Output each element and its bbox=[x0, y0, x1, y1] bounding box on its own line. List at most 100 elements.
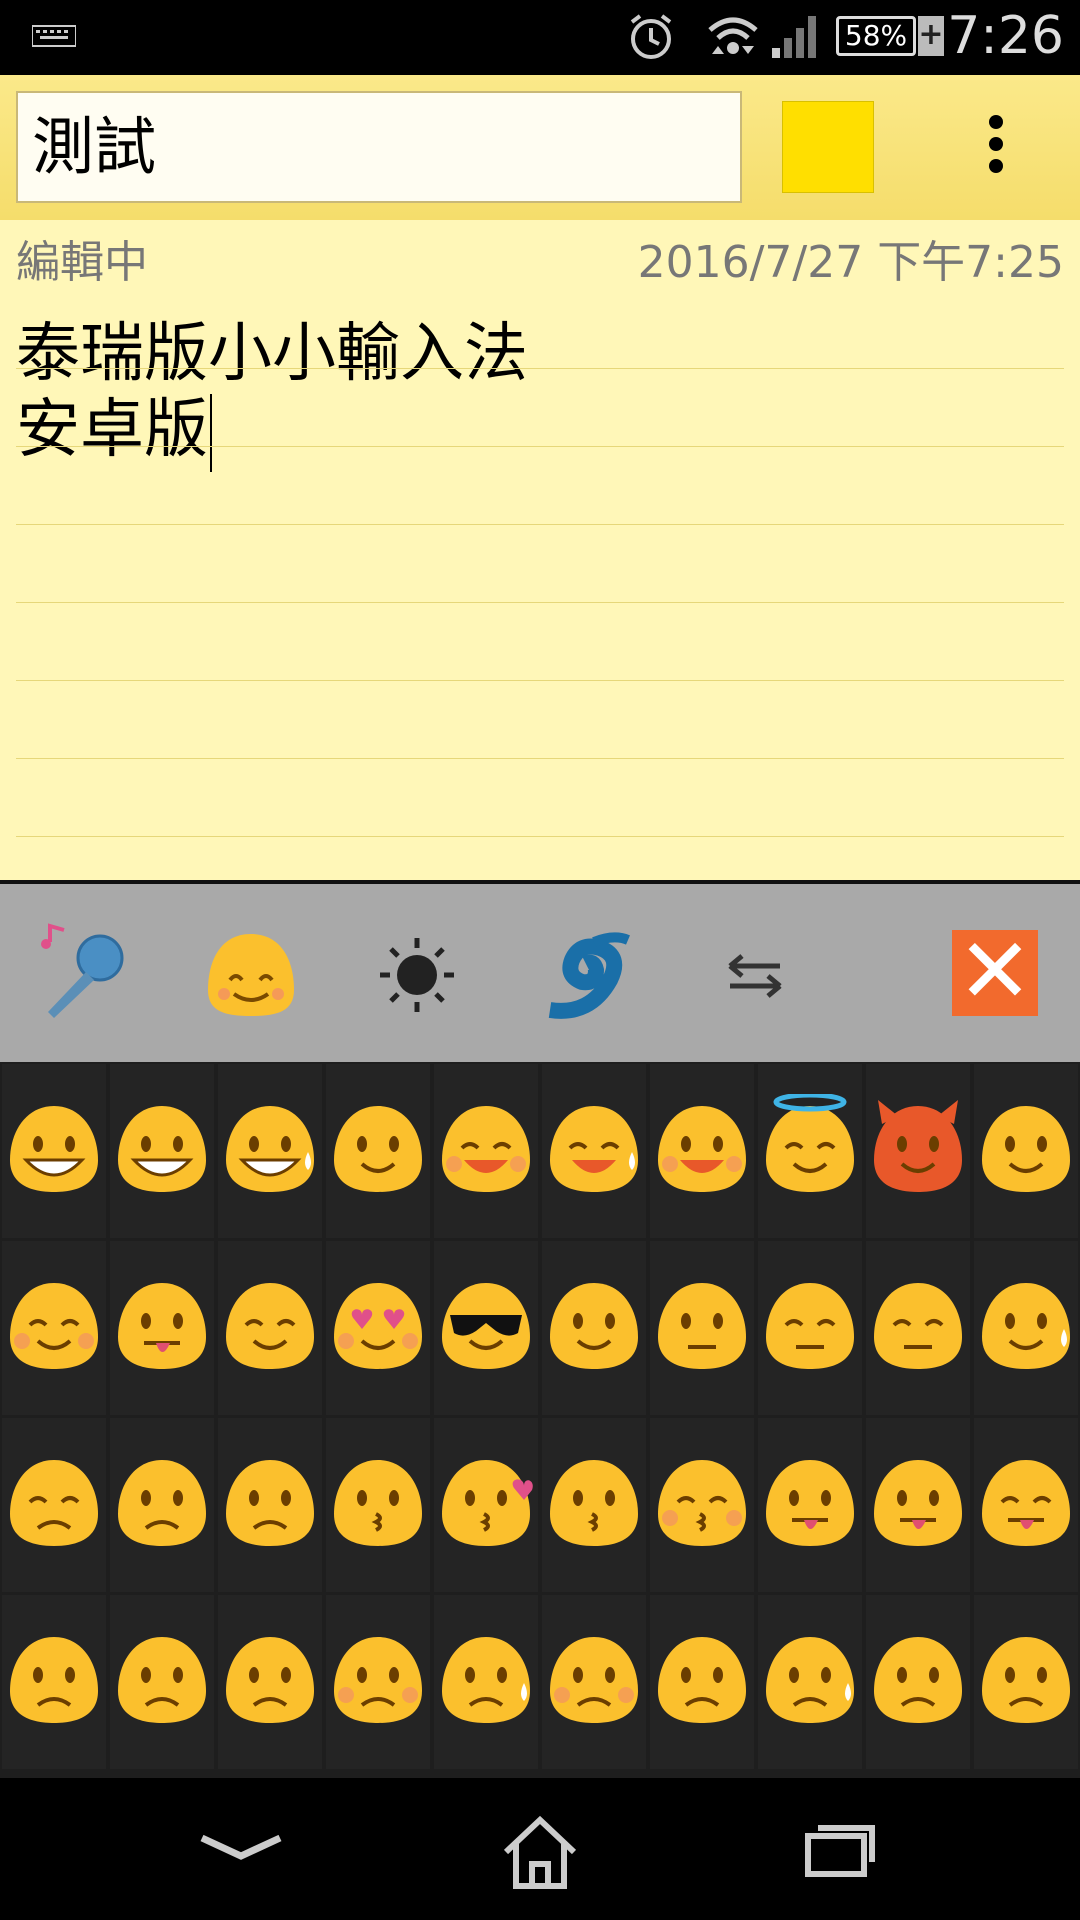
overflow-menu-button[interactable] bbox=[966, 115, 1026, 185]
tongue-emoji-icon bbox=[766, 1460, 854, 1546]
emoji-key-weary[interactable] bbox=[974, 1595, 1078, 1769]
emoji-key-neutral-side[interactable] bbox=[650, 1241, 754, 1415]
triumph-emoji-icon bbox=[658, 1637, 746, 1723]
emoji-key-disappointed-relieved[interactable] bbox=[758, 1595, 862, 1769]
emoji-key-kiss-closed[interactable] bbox=[650, 1418, 754, 1592]
emoji-key-confounded[interactable] bbox=[218, 1418, 322, 1592]
brightness-icon[interactable] bbox=[362, 920, 472, 1030]
angry-emoji-icon bbox=[226, 1637, 314, 1723]
unamused-emoji-icon bbox=[874, 1283, 962, 1369]
note-title-input[interactable]: 測試 bbox=[16, 91, 742, 203]
emoji-key-grin-wide[interactable] bbox=[110, 1064, 214, 1238]
smile-emoji-icon bbox=[334, 1106, 422, 1192]
wifi-icon bbox=[708, 17, 758, 54]
emoji-key-sweat[interactable] bbox=[974, 1241, 1078, 1415]
emoji-key-sunglasses[interactable] bbox=[434, 1241, 538, 1415]
emoji-key-smirk[interactable] bbox=[542, 1241, 646, 1415]
emoji-key-tongue-wink[interactable] bbox=[866, 1418, 970, 1592]
home-icon[interactable] bbox=[498, 1814, 582, 1890]
note-header: 測試 bbox=[0, 75, 1080, 220]
switch-arrows-icon[interactable] bbox=[700, 920, 810, 1030]
emoji-key-wink-laugh[interactable] bbox=[650, 1064, 754, 1238]
emoji-key-disappointed[interactable] bbox=[2, 1595, 106, 1769]
navigation-bar bbox=[0, 1778, 1080, 1920]
emoji-key-kiss-heart[interactable] bbox=[434, 1418, 538, 1592]
emoji-key-persevere[interactable] bbox=[542, 1595, 646, 1769]
wink-laugh-emoji-icon bbox=[658, 1106, 746, 1192]
kiss-smile-emoji-icon bbox=[550, 1460, 638, 1546]
smirk-emoji-icon bbox=[550, 1283, 638, 1369]
emoji-key-triumph[interactable] bbox=[650, 1595, 754, 1769]
note-color-button[interactable] bbox=[782, 101, 874, 193]
emoji-key-tongue[interactable] bbox=[758, 1418, 862, 1592]
signal-icon bbox=[772, 16, 816, 58]
recents-icon[interactable] bbox=[800, 1814, 880, 1884]
note-line: 安卓版 bbox=[16, 393, 208, 467]
emoji-key-halo[interactable] bbox=[758, 1064, 862, 1238]
emoji-key-smile[interactable] bbox=[326, 1064, 430, 1238]
emoji-key-blush[interactable] bbox=[2, 1241, 106, 1415]
swirl-icon[interactable] bbox=[530, 920, 640, 1030]
emoji-key-sad-tear[interactable] bbox=[434, 1595, 538, 1769]
disappointed-emoji-icon bbox=[10, 1637, 98, 1723]
emoji-grid bbox=[0, 1062, 1080, 1778]
ruled-line bbox=[16, 602, 1064, 603]
clock: 7:26 bbox=[947, 6, 1064, 66]
emoji-key-sweat-smile[interactable] bbox=[542, 1064, 646, 1238]
relieved-emoji-icon bbox=[226, 1283, 314, 1369]
kiss-closed-emoji-icon bbox=[658, 1460, 746, 1546]
emoji-key-tears-of-joy[interactable] bbox=[218, 1064, 322, 1238]
emoji-key-yum[interactable] bbox=[110, 1241, 214, 1415]
emoji-key-grin[interactable] bbox=[2, 1064, 106, 1238]
emoji-key-angry[interactable] bbox=[218, 1595, 322, 1769]
emoji-key-pout[interactable] bbox=[326, 1595, 430, 1769]
emoji-icon[interactable] bbox=[196, 920, 306, 1030]
tired-emoji-icon bbox=[874, 1637, 962, 1723]
ruled-line bbox=[16, 836, 1064, 837]
tongue-wink-emoji-icon bbox=[874, 1460, 962, 1546]
keyboard-toolbar: ✕ bbox=[0, 884, 1080, 1062]
ruled-line bbox=[16, 368, 1064, 369]
more-dot-icon bbox=[989, 115, 1003, 129]
emoji-key-pensive[interactable] bbox=[2, 1418, 106, 1592]
sweat-smile-emoji-icon bbox=[550, 1106, 638, 1192]
expressionless-emoji-icon bbox=[766, 1283, 854, 1369]
worried-emoji-icon bbox=[118, 1637, 206, 1723]
halo-emoji-icon bbox=[766, 1094, 854, 1192]
laugh-blush-emoji-icon bbox=[442, 1106, 530, 1192]
emoji-key-kissing[interactable] bbox=[326, 1418, 430, 1592]
close-keyboard-button[interactable]: ✕ bbox=[952, 927, 1038, 1017]
grin-wide-emoji-icon bbox=[118, 1106, 206, 1192]
emoji-key-confused[interactable] bbox=[110, 1418, 214, 1592]
emoji-key-tongue-closed[interactable] bbox=[974, 1418, 1078, 1592]
emoji-key-relieved[interactable] bbox=[218, 1241, 322, 1415]
confused-emoji-icon bbox=[118, 1460, 206, 1546]
emoji-key-devil[interactable] bbox=[866, 1064, 970, 1238]
emoji-key-laugh-blush[interactable] bbox=[434, 1064, 538, 1238]
confounded-emoji-icon bbox=[226, 1460, 314, 1546]
battery-icon: 58% bbox=[836, 16, 916, 56]
weary-emoji-icon bbox=[982, 1637, 1070, 1723]
emoji-key-heart-eyes[interactable] bbox=[326, 1241, 430, 1415]
note-datetime: 2016/7/27 下午7:25 bbox=[637, 237, 1064, 288]
note-body[interactable]: 編輯中 2016/7/27 下午7:25 泰瑞版小小輸入法 安卓版 bbox=[0, 220, 1080, 880]
pout-emoji-icon bbox=[334, 1637, 422, 1723]
grin-emoji-icon bbox=[10, 1106, 98, 1192]
status-bar: 58% + 7:26 bbox=[0, 0, 1080, 75]
ruled-line bbox=[16, 446, 1064, 447]
back-chevron-icon[interactable] bbox=[196, 1814, 286, 1884]
microphone-icon[interactable] bbox=[28, 920, 138, 1030]
note-line-cursor: 安卓版 bbox=[16, 378, 212, 473]
kiss-heart-emoji-icon bbox=[442, 1460, 533, 1546]
emoji-key-expressionless[interactable] bbox=[758, 1241, 862, 1415]
neutral-side-emoji-icon bbox=[658, 1283, 746, 1369]
emoji-key-tired[interactable] bbox=[866, 1595, 970, 1769]
persevere-emoji-icon bbox=[550, 1637, 638, 1723]
edit-status-label: 編輯中 bbox=[16, 237, 148, 288]
blush-emoji-icon bbox=[10, 1283, 98, 1369]
emoji-key-wink[interactable] bbox=[974, 1064, 1078, 1238]
emoji-key-worried[interactable] bbox=[110, 1595, 214, 1769]
ruled-line bbox=[16, 680, 1064, 681]
emoji-key-unamused[interactable] bbox=[866, 1241, 970, 1415]
emoji-key-kiss-smile[interactable] bbox=[542, 1418, 646, 1592]
